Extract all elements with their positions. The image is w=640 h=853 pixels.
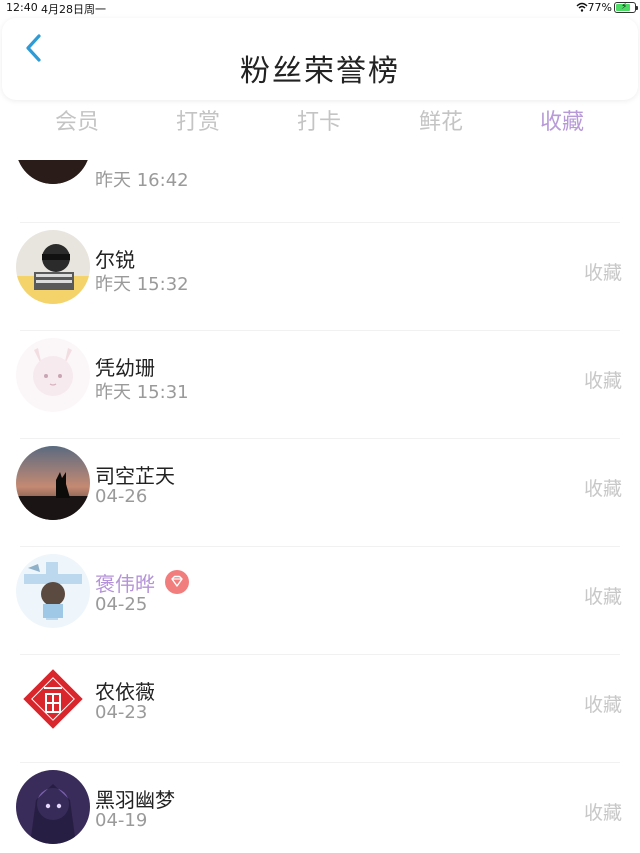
wifi-icon (576, 2, 588, 12)
tab-checkin[interactable]: 打卡 (269, 104, 369, 136)
list-item[interactable]: 黑羽幽梦 04-19 收藏 (0, 762, 640, 853)
fan-name: 司空芷天 (95, 464, 175, 488)
tab-membership[interactable]: 会员 (27, 104, 127, 136)
tab-bar: 会员 打赏 打卡 鲜花 收藏 (0, 104, 640, 144)
avatar (16, 230, 90, 304)
favorite-action[interactable]: 收藏 (584, 474, 622, 501)
favorite-action[interactable]: 收藏 (584, 582, 622, 609)
avatar (16, 338, 90, 412)
avatar (16, 662, 90, 736)
favorite-time: 04-25 (95, 594, 148, 615)
list-item[interactable]: 褒伟晔 04-25 收藏 (0, 546, 640, 654)
list-item[interactable]: 凭幼珊 昨天 15:31 收藏 (0, 330, 640, 438)
tab-flowers[interactable]: 鲜花 (391, 104, 491, 136)
page-title: 粉丝荣誉榜 (240, 54, 400, 89)
favorite-time: 04-26 (95, 486, 148, 507)
favorite-time: 04-19 (95, 810, 148, 831)
battery-charging-icon: ⚡ (614, 2, 638, 13)
list-item[interactable]: 农依薇 04-23 收藏 (0, 654, 640, 762)
list-item[interactable]: 尔锐 昨天 15:32 收藏 (0, 222, 640, 330)
favorite-time: 昨天 15:32 (95, 274, 189, 295)
favorite-time: 昨天 16:42 (95, 170, 189, 191)
favorite-action[interactable]: 收藏 (584, 798, 622, 825)
fan-name: 尔锐 (95, 248, 135, 272)
avatar (16, 446, 90, 520)
fan-list: 昨天 16:42 尔锐 昨天 15:32 收藏 凭幼珊 昨天 15:31 收藏 … (0, 160, 640, 853)
battery-percent: 77% (587, 1, 612, 14)
favorite-action[interactable]: 收藏 (584, 258, 622, 285)
favorite-time: 04-23 (95, 702, 148, 723)
fan-name: 褒伟晔 (95, 572, 155, 596)
list-item[interactable]: 昨天 16:42 (0, 160, 640, 218)
bolt-icon: ⚡ (621, 2, 628, 12)
avatar (16, 160, 90, 184)
avatar (16, 770, 90, 844)
tab-tips[interactable]: 打赏 (148, 104, 248, 136)
list-item[interactable]: 司空芷天 04-26 收藏 (0, 438, 640, 546)
favorite-action[interactable]: 收藏 (584, 690, 622, 717)
avatar (16, 554, 90, 628)
favorite-action[interactable]: 收藏 (584, 366, 622, 393)
status-time: 12:40 (6, 1, 38, 14)
status-bar: 12:40 4月28日周一 77% ⚡ (0, 0, 640, 16)
fan-name: 黑羽幽梦 (95, 788, 175, 812)
favorite-time: 昨天 15:31 (95, 382, 189, 403)
fan-name: 农依薇 (95, 680, 155, 704)
status-date: 4月28日周一 (41, 3, 106, 16)
tab-favorites[interactable]: 收藏 (512, 104, 612, 136)
fan-name: 凭幼珊 (95, 356, 155, 380)
diamond-icon (165, 570, 189, 594)
